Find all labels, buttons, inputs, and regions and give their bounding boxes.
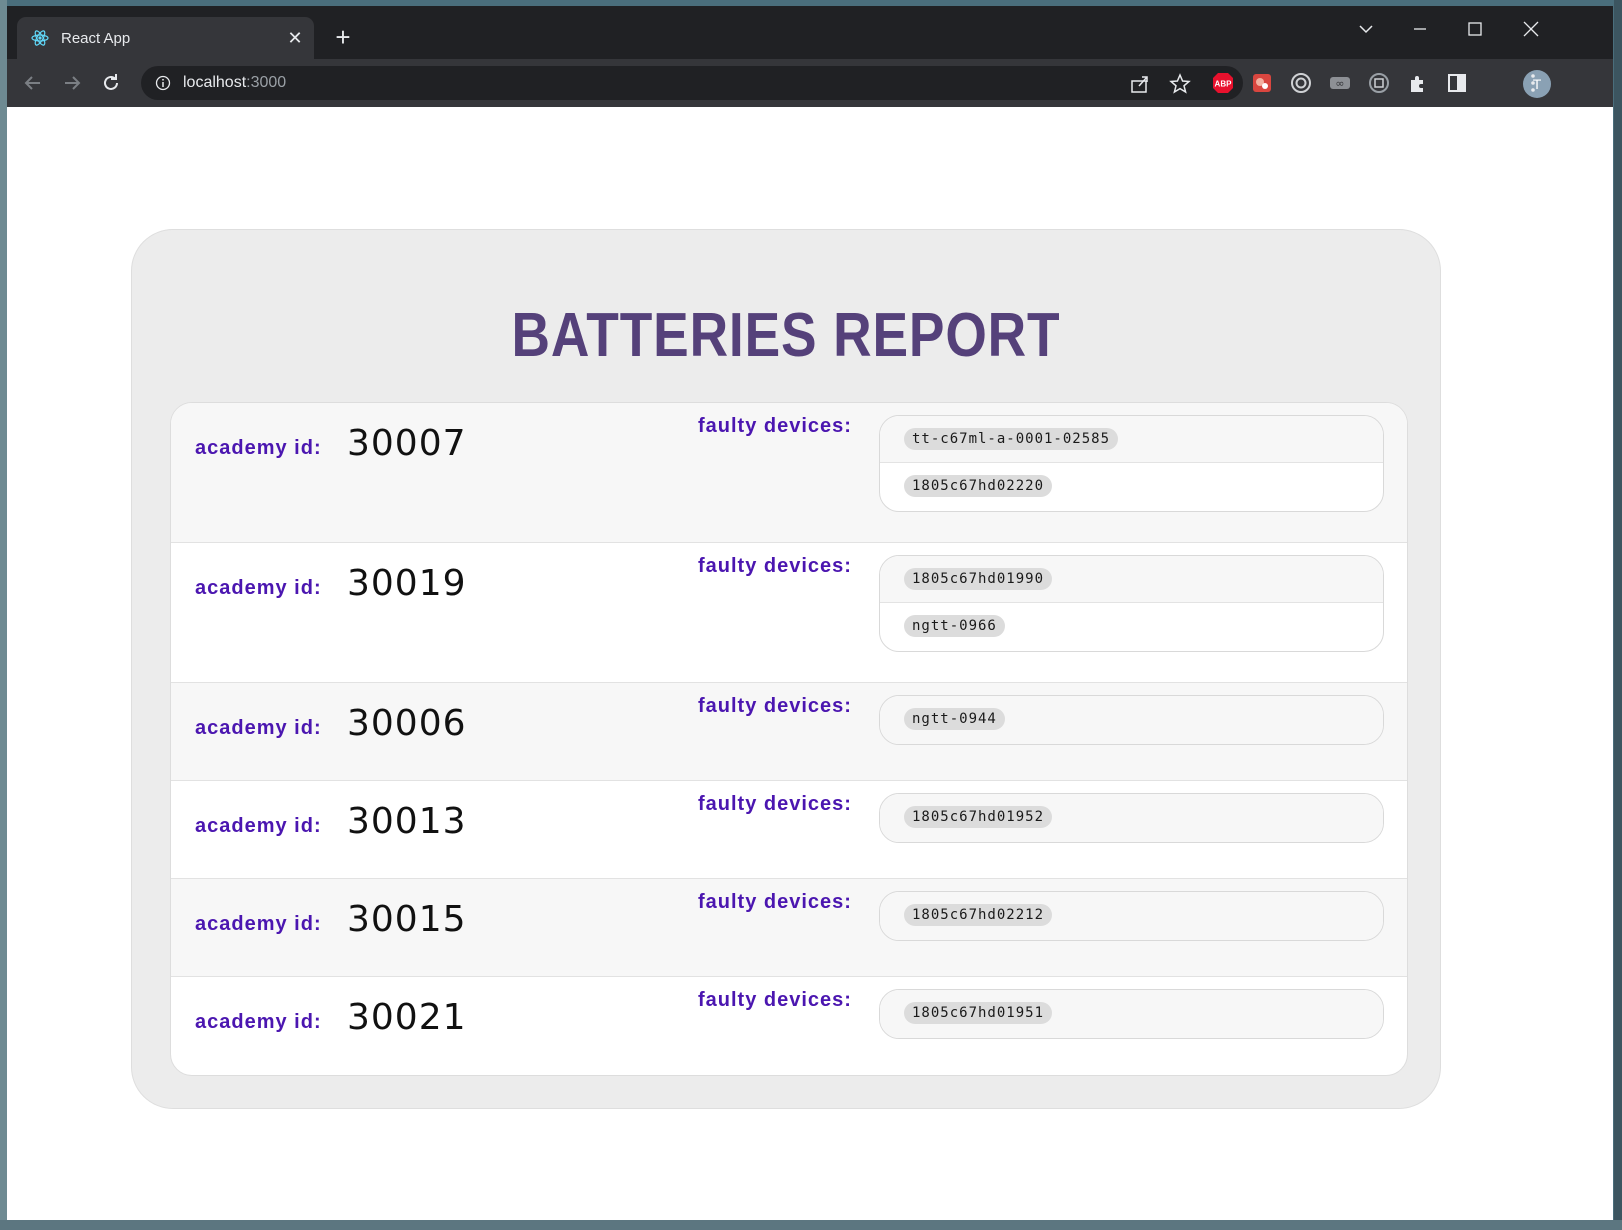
faulty-devices-label: faulty devices: xyxy=(698,695,852,717)
close-icon[interactable]: ✕ xyxy=(285,28,305,48)
react-icon xyxy=(31,29,49,47)
copy-icon[interactable] xyxy=(1367,71,1391,95)
forward-icon[interactable] xyxy=(56,67,88,99)
report-row: academy id: 30013 faulty devices: 1805c6… xyxy=(171,781,1407,879)
minimize-icon[interactable] xyxy=(1405,14,1435,44)
desktop-background-right xyxy=(1614,0,1622,1230)
desktop-background-bottom xyxy=(0,1220,1622,1230)
device-chip: 1805c67hd01990 xyxy=(904,568,1053,590)
sidepanel-icon[interactable] xyxy=(1445,71,1469,95)
desktop-background-left xyxy=(0,0,7,1230)
academy-id-value: 30015 xyxy=(347,899,467,940)
device-list: 1805c67hd02212 xyxy=(879,891,1384,941)
device-list: 1805c67hd01951 xyxy=(879,989,1384,1039)
address-bar[interactable]: localhost:3000 xyxy=(141,66,1243,100)
maximize-icon[interactable] xyxy=(1460,14,1490,44)
window-close-icon[interactable] xyxy=(1516,14,1546,44)
academy-id-value: 30021 xyxy=(347,997,467,1038)
device-item: 1805c67hd01990 xyxy=(880,556,1383,603)
svg-text:∞: ∞ xyxy=(1335,77,1344,90)
academy-id-value: 30019 xyxy=(347,563,467,604)
tab-react-app[interactable]: React App ✕ xyxy=(17,17,314,59)
report-row: academy id: 30015 faulty devices: 1805c6… xyxy=(171,879,1407,977)
device-item: tt-c67ml-a-0001-02585 xyxy=(880,416,1383,463)
device-chip: 1805c67hd01952 xyxy=(904,806,1053,828)
url-text: localhost:3000 xyxy=(183,74,287,91)
faulty-devices-label: faulty devices: xyxy=(698,891,852,913)
device-chip: ngtt-0966 xyxy=(904,615,1005,637)
device-item: 1805c67hd01952 xyxy=(880,794,1383,842)
device-chip: ngtt-0944 xyxy=(904,708,1005,730)
device-chip: 1805c67hd01951 xyxy=(904,1002,1053,1024)
device-item: 1805c67hd02220 xyxy=(880,463,1383,511)
kebab-menu-icon[interactable] xyxy=(1521,71,1545,95)
browser-window: React App ✕ + localhost:3000 ABP ∞ T BAT… xyxy=(7,6,1613,1220)
faulty-devices-label: faulty devices: xyxy=(698,555,852,577)
device-chip: 1805c67hd02220 xyxy=(904,475,1053,497)
adblock-icon[interactable]: ABP xyxy=(1211,71,1235,95)
reload-icon[interactable] xyxy=(95,67,127,99)
chevron-down-icon[interactable] xyxy=(1351,14,1381,44)
device-item: ngtt-0966 xyxy=(880,603,1383,651)
academy-id-label: academy id: xyxy=(195,815,322,837)
page-title: BATTERIES REPORT xyxy=(511,301,1061,370)
faulty-devices-label: faulty devices: xyxy=(698,793,852,815)
device-list: 1805c67hd01990 ngtt-0966 xyxy=(879,555,1384,652)
extension-puzzle-red-icon[interactable] xyxy=(1250,71,1274,95)
device-list: ngtt-0944 xyxy=(879,695,1384,745)
device-list: 1805c67hd01952 xyxy=(879,793,1384,843)
page-content: BATTERIES REPORT academy id: 30007 fault… xyxy=(7,107,1613,1220)
browser-toolbar: localhost:3000 ABP ∞ T xyxy=(7,59,1613,107)
academy-id-label: academy id: xyxy=(195,1011,322,1033)
academy-id-label: academy id: xyxy=(195,717,322,739)
device-chip: 1805c67hd02212 xyxy=(904,904,1053,926)
academy-id-label: academy id: xyxy=(195,577,322,599)
device-list: tt-c67ml-a-0001-02585 1805c67hd02220 xyxy=(879,415,1384,512)
academy-id-label: academy id: xyxy=(195,913,322,935)
device-item: 1805c67hd02212 xyxy=(880,892,1383,940)
report-row: academy id: 30007 faulty devices: tt-c67… xyxy=(171,403,1407,543)
academy-id-value: 30013 xyxy=(347,801,467,842)
device-chip: tt-c67ml-a-0001-02585 xyxy=(904,428,1119,450)
academy-id-label: academy id: xyxy=(195,437,322,459)
faulty-devices-label: faulty devices: xyxy=(698,989,852,1011)
svg-text:ABP: ABP xyxy=(1215,80,1233,89)
report-card: BATTERIES REPORT academy id: 30007 fault… xyxy=(131,229,1441,1109)
report-row: academy id: 30019 faulty devices: 1805c6… xyxy=(171,543,1407,683)
plus-icon[interactable]: + xyxy=(331,24,355,50)
star-icon[interactable] xyxy=(1169,73,1191,95)
device-item: 1805c67hd01951 xyxy=(880,990,1383,1038)
infinity-icon[interactable]: ∞ xyxy=(1328,71,1352,95)
extensions-icon[interactable] xyxy=(1406,71,1430,95)
title-bar: React App ✕ + xyxy=(7,6,1613,59)
back-icon[interactable] xyxy=(17,67,49,99)
report-row: academy id: 30021 faulty devices: 1805c6… xyxy=(171,977,1407,1075)
target-icon[interactable] xyxy=(1289,71,1313,95)
report-row: academy id: 30006 faulty devices: ngtt-0… xyxy=(171,683,1407,781)
info-icon[interactable] xyxy=(155,75,171,91)
faulty-devices-label: faulty devices: xyxy=(698,415,852,437)
report-list: academy id: 30007 faulty devices: tt-c67… xyxy=(170,402,1408,1076)
device-item: ngtt-0944 xyxy=(880,696,1383,744)
academy-id-value: 30006 xyxy=(347,703,467,744)
academy-id-value: 30007 xyxy=(347,423,467,464)
share-icon[interactable] xyxy=(1129,73,1151,95)
tab-title: React App xyxy=(61,30,131,47)
